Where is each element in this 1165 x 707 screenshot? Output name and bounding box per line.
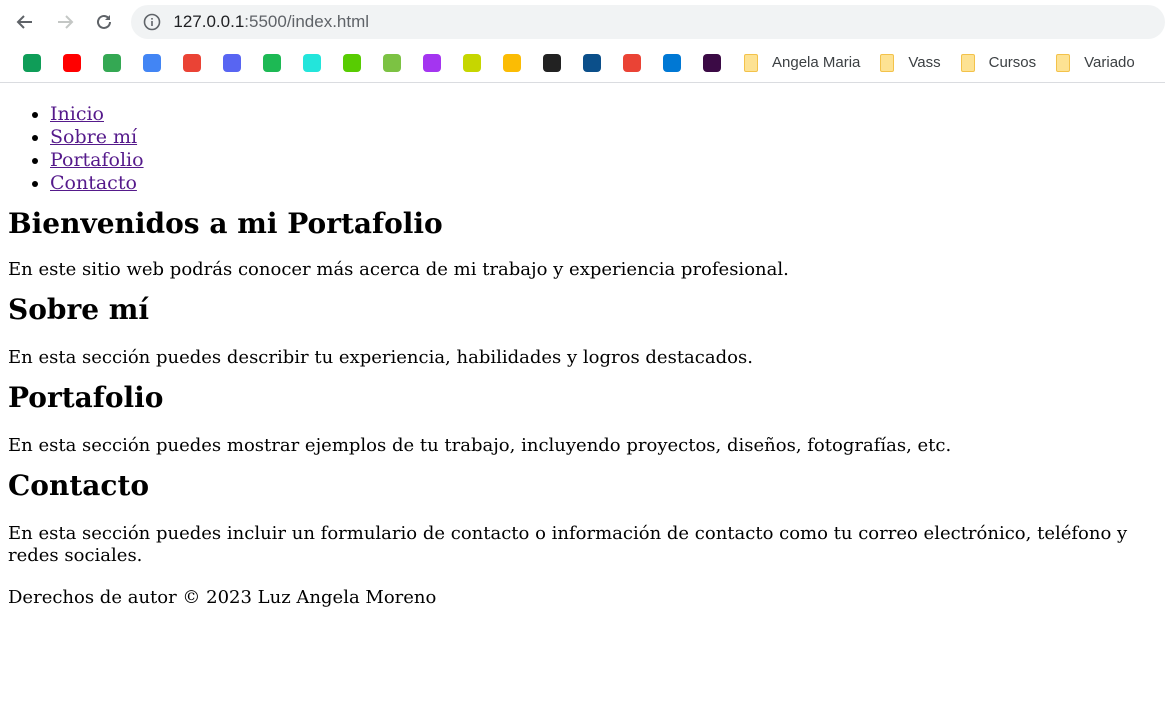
nav-link-contacto[interactable]: Contacto (50, 172, 137, 194)
bookmark-folder-label: Angela Maria (772, 54, 861, 71)
udemy-icon-glyph (423, 53, 441, 72)
nav-item-portafolio: Portafolio (50, 149, 1157, 172)
google-sheets-icon-glyph (23, 53, 41, 72)
nav-link-portafolio[interactable]: Portafolio (50, 149, 144, 171)
arrow-left-icon (16, 14, 32, 29)
folder-icon (880, 53, 895, 72)
google-drive-icon-glyph (503, 53, 521, 72)
m-app-icon-glyph (703, 53, 721, 72)
discord-icon[interactable] (221, 52, 243, 74)
google-drive-icon[interactable] (501, 52, 523, 74)
arrow-right-icon (57, 14, 74, 29)
portfolio-heading: Portafolio (8, 381, 164, 414)
about-section: Sobre mí En esta sección puedes describi… (8, 293, 1157, 369)
browser-toolbar: 127.0.0.1:5500/index.html (0, 0, 1165, 43)
google-sheets-icon[interactable] (21, 52, 43, 74)
gmail-icon-glyph (183, 53, 201, 72)
copyright-text: Derechos de autor © 2023 Luz Angela More… (8, 587, 437, 608)
bookmark-folder[interactable]: Vass (880, 53, 941, 72)
youtube-icon-glyph (63, 53, 81, 72)
page-content: Inicio Sobre mí Portafolio Contacto Bien… (0, 103, 1165, 609)
youtube-icon[interactable] (61, 52, 83, 74)
google-one-icon[interactable] (621, 52, 643, 74)
bookmark-folder[interactable]: Cursos (960, 53, 1037, 72)
portfolio-section: Portafolio En esta sección puedes mostra… (8, 381, 1157, 457)
runner-icon-glyph (463, 53, 481, 72)
nav-item-sobre-mi: Sobre mí (50, 126, 1157, 149)
address-bar[interactable]: 127.0.0.1:5500/index.html (131, 4, 1165, 39)
nav-item-contacto: Contacto (50, 172, 1157, 195)
outlook-square-icon-glyph (663, 53, 681, 72)
google-translate-icon[interactable] (141, 52, 163, 74)
google-maps-icon[interactable] (101, 52, 123, 74)
folder-icon (744, 53, 758, 72)
triangle-app-icon[interactable] (581, 52, 603, 74)
page-footer: Derechos de autor © 2023 Luz Angela More… (8, 587, 1157, 609)
olx-icon-glyph (303, 53, 321, 72)
about-text: En esta sección puedes describir tu expe… (8, 347, 753, 368)
contact-section: Contacto En esta sección puedes incluir … (8, 469, 1157, 567)
sp-icon[interactable] (541, 52, 563, 74)
duolingo-icon[interactable] (341, 52, 363, 74)
nav-item-inicio: Inicio (50, 103, 1157, 126)
triangle-app-icon-glyph (583, 53, 601, 72)
bookmark-folder-label: Vass (908, 54, 941, 71)
hero-section: Bienvenidos a mi Portafolio En este siti… (8, 207, 1157, 281)
m-app-icon[interactable] (701, 52, 723, 74)
duolingo-icon-glyph (343, 53, 361, 72)
reload-button[interactable] (88, 5, 122, 39)
url-host: 127.0.0.1 (173, 11, 245, 31)
back-button[interactable] (8, 5, 42, 39)
site-nav: Inicio Sobre mí Portafolio Contacto (8, 103, 1157, 195)
bookmark-folder-label: Variado (1084, 54, 1135, 71)
nav-link-sobre-mi[interactable]: Sobre mí (50, 126, 137, 148)
sp-icon-glyph (543, 53, 561, 72)
bookmark-folder[interactable]: Variado (1056, 53, 1135, 72)
bookmarks-bar: Angela Maria Vass Cursos Variado (0, 43, 1165, 83)
contact-text: En esta sección puedes incluir un formul… (8, 523, 1128, 566)
runner-icon[interactable] (461, 52, 483, 74)
gmail-icon[interactable] (181, 52, 203, 74)
diamond-icon[interactable] (381, 52, 403, 74)
terminal-icon-glyph (263, 53, 281, 72)
outlook-square-icon[interactable] (661, 52, 683, 74)
udemy-icon[interactable] (421, 52, 443, 74)
google-maps-icon-glyph (103, 53, 121, 72)
bookmark-folder-label: Cursos (988, 54, 1037, 71)
about-heading: Sobre mí (8, 293, 150, 326)
olx-icon[interactable] (301, 52, 323, 74)
folder-icon (1056, 53, 1071, 72)
forward-button[interactable] (48, 5, 82, 39)
url-path: :5500/index.html (244, 11, 370, 31)
terminal-icon[interactable] (261, 52, 283, 74)
google-one-icon-glyph (623, 53, 641, 72)
bookmark-folder[interactable]: Angela Maria (744, 53, 861, 72)
info-icon (144, 13, 161, 30)
page-title: Bienvenidos a mi Portafolio (8, 207, 443, 240)
nav-link-inicio[interactable]: Inicio (50, 103, 104, 125)
contact-heading: Contacto (8, 469, 150, 502)
reload-icon (97, 14, 112, 29)
folder-icon (960, 53, 975, 72)
portfolio-text: En esta sección puedes mostrar ejemplos … (8, 435, 952, 456)
diamond-icon-glyph (383, 53, 401, 72)
google-translate-icon-glyph (143, 53, 161, 72)
discord-icon-glyph (223, 53, 241, 72)
hero-text: En este sitio web podrás conocer más ace… (8, 259, 789, 280)
